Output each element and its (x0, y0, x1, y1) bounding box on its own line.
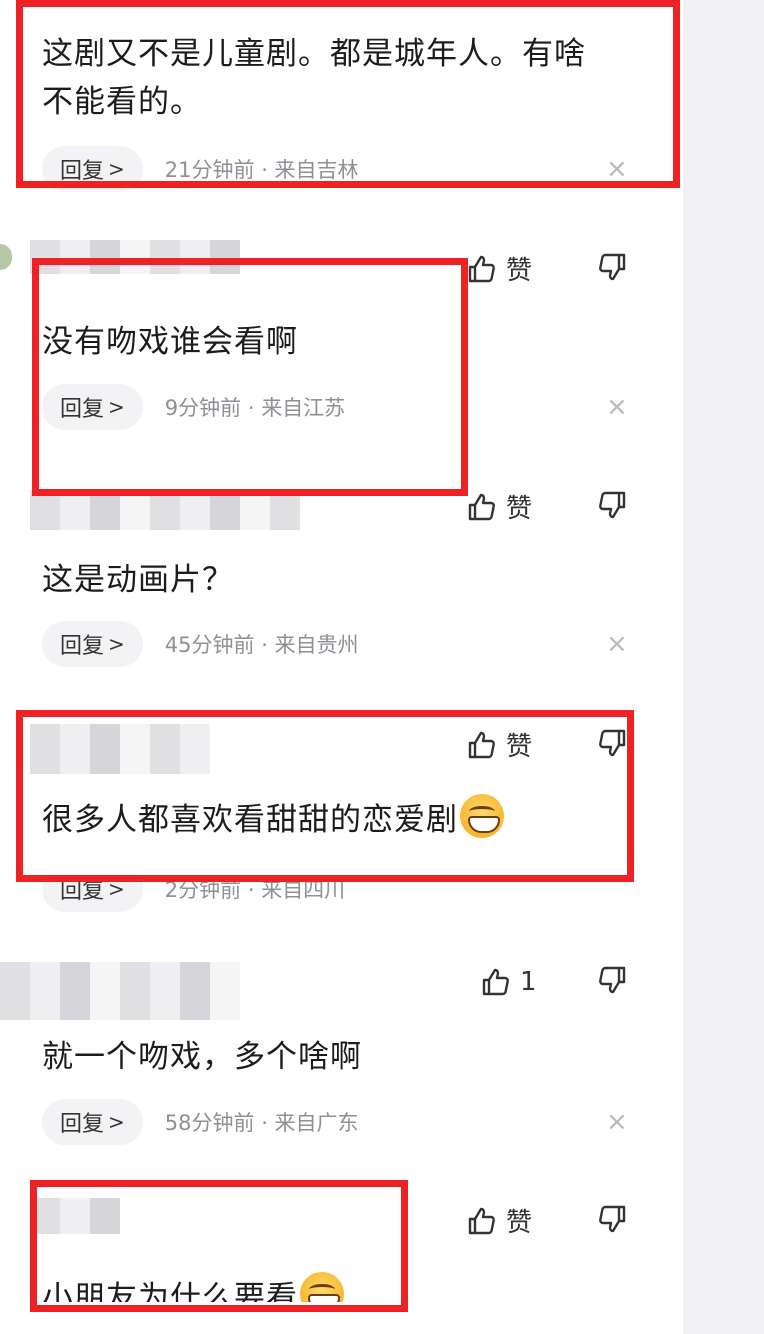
username-blurred (30, 490, 300, 530)
like-dislike-row: 赞 (466, 250, 626, 287)
like-button[interactable]: 赞 (466, 250, 532, 287)
grinning-face-emoji (460, 794, 504, 838)
highlight-box-2 (32, 258, 468, 496)
like-button[interactable]: 1 (480, 966, 537, 998)
thumbs-up-icon (468, 1207, 495, 1234)
like-label: 赞 (506, 494, 533, 524)
close-icon[interactable]: × (606, 154, 628, 184)
comment-meta: 回复 > 2分钟前 · 来自四川 (42, 874, 345, 912)
like-dislike-row: 赞 (466, 1202, 626, 1239)
dislike-button[interactable] (596, 251, 628, 287)
comment-time: 21分钟前 (164, 158, 255, 182)
like-dislike-row: 1 (480, 966, 626, 998)
comment-time: 2分钟前 (164, 878, 242, 902)
reply-label: 回复 (60, 879, 105, 904)
thumbs-down-icon (599, 491, 626, 518)
like-label: 赞 (506, 1208, 533, 1238)
thumbs-down-icon (599, 253, 626, 280)
like-dislike-row: 赞 (466, 488, 626, 525)
comment-text: 这剧又不是儿童剧。都是城年人。有啥 不能看的。 (42, 36, 586, 120)
like-button[interactable]: 赞 (466, 1202, 532, 1239)
username-blurred (0, 962, 240, 1020)
comment-meta: 回复 > 45分钟前 · 来自贵州 (42, 621, 359, 667)
close-icon[interactable]: × (606, 1107, 628, 1137)
comment-location: 来自四川 (261, 878, 346, 902)
comment-text: 这是动画片？ (42, 562, 234, 598)
comment-location: 来自广东 (274, 1111, 359, 1135)
comment-meta: 回复 > 21分钟前 · 来自吉林 (42, 146, 359, 192)
meta-separator: · (254, 633, 275, 657)
avatar[interactable] (0, 244, 12, 270)
comment-time-location: 2分钟前 · 来自四川 (165, 874, 345, 904)
reply-button[interactable]: 回复 > (42, 1099, 143, 1145)
chevron-right-icon: > (108, 632, 125, 656)
reply-button[interactable]: 回复 > (42, 621, 143, 667)
comment-time-location: 45分钟前 · 来自贵州 (165, 629, 359, 659)
chevron-right-icon: > (108, 395, 125, 419)
reply-button[interactable]: 回复 > (42, 874, 143, 912)
comment-text: 就一个吻戏，多个啥啊 (42, 1039, 362, 1075)
like-button[interactable]: 赞 (466, 488, 532, 525)
like-count: 1 (520, 967, 537, 997)
comment-text-content: 小朋友为什么要看 (42, 1280, 298, 1302)
comment-time: 9分钟前 (164, 396, 242, 420)
comment-location: 来自江苏 (261, 396, 346, 420)
comment-text: 很多人都喜欢看甜甜的恋爱剧 (42, 794, 504, 844)
laughing-face-emoji (300, 1272, 344, 1302)
comment-location: 来自吉林 (274, 158, 359, 182)
comment-time: 45分钟前 (164, 633, 255, 657)
thumbs-down-icon (599, 729, 626, 756)
like-label: 赞 (506, 256, 533, 286)
thumbs-up-icon (468, 255, 495, 282)
username-blurred (30, 724, 210, 774)
comment-meta: 回复 > 58分钟前 · 来自广东 (42, 1099, 359, 1145)
comment-text: 没有吻戏谁会看啊 (42, 324, 298, 360)
dislike-button[interactable] (596, 727, 628, 763)
chevron-right-icon: > (108, 157, 125, 181)
thumbs-down-icon (599, 1205, 626, 1232)
dislike-button[interactable] (596, 964, 628, 1000)
like-button[interactable]: 赞 (466, 726, 532, 763)
comment-time: 58分钟前 (164, 1111, 255, 1135)
close-icon[interactable]: × (606, 392, 628, 422)
thumbs-up-icon (468, 493, 495, 520)
comment-text-content: 很多人都喜欢看甜甜的恋爱剧 (42, 802, 458, 838)
reply-label: 回复 (60, 1112, 105, 1137)
dislike-button[interactable] (596, 1203, 628, 1239)
comment-time-location: 58分钟前 · 来自广东 (165, 1107, 359, 1137)
meta-separator: · (241, 878, 262, 902)
meta-separator: · (254, 158, 275, 182)
side-strip (683, 0, 764, 1334)
dislike-button[interactable] (596, 489, 628, 525)
thumbs-up-icon (482, 968, 509, 996)
comment-time-location: 9分钟前 · 来自江苏 (165, 392, 345, 422)
comment-text: 小朋友为什么要看 (42, 1272, 344, 1302)
comment-time-location: 21分钟前 · 来自吉林 (165, 154, 359, 184)
close-icon[interactable]: × (606, 629, 628, 659)
username-blurred (30, 240, 240, 274)
like-label: 赞 (506, 732, 533, 762)
chevron-right-icon: > (108, 1110, 125, 1134)
comment-meta: 回复 > 9分钟前 · 来自江苏 (42, 384, 345, 430)
meta-separator: · (254, 1111, 275, 1135)
meta-separator: · (241, 396, 262, 420)
reply-label: 回复 (60, 397, 105, 422)
chevron-right-icon: > (108, 877, 125, 901)
like-dislike-row: 赞 (466, 726, 626, 763)
thumbs-up-icon (468, 731, 495, 758)
reply-label: 回复 (60, 159, 105, 184)
reply-button[interactable]: 回复 > (42, 146, 143, 192)
thumbs-down-icon (599, 966, 626, 994)
comment-location: 来自贵州 (274, 633, 359, 657)
reply-button[interactable]: 回复 > (42, 384, 143, 430)
username-blurred (30, 1198, 120, 1234)
reply-label: 回复 (60, 634, 105, 659)
